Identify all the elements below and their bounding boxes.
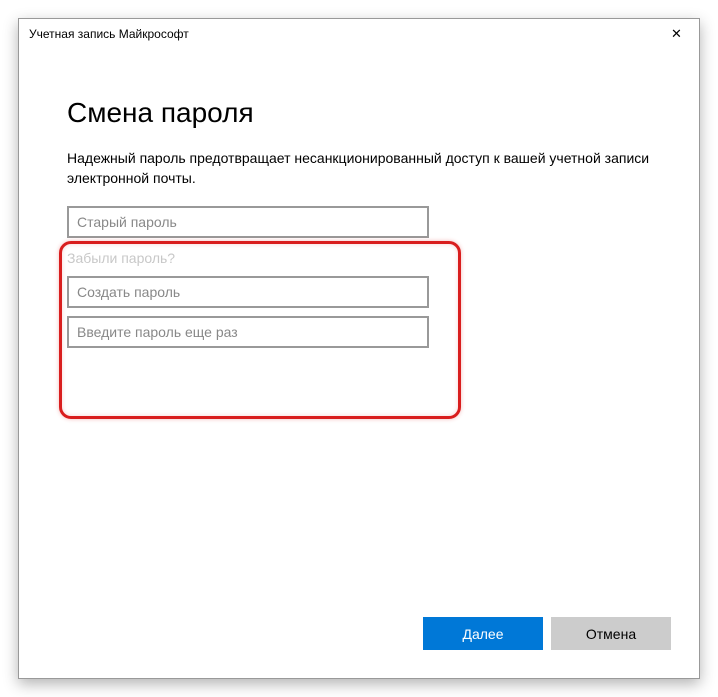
close-button[interactable]: ✕ bbox=[654, 19, 699, 49]
content-area: Смена пароля Надежный пароль предотвраща… bbox=[19, 49, 699, 356]
password-form: Забыли пароль? bbox=[67, 206, 429, 356]
next-button[interactable]: Далее bbox=[423, 617, 543, 650]
dialog-window: Учетная запись Майкрософт ✕ Смена пароля… bbox=[18, 18, 700, 679]
footer-buttons: Далее Отмена bbox=[423, 617, 671, 650]
new-password-input[interactable] bbox=[67, 276, 429, 308]
forgot-password-link[interactable]: Забыли пароль? bbox=[67, 250, 175, 266]
page-description: Надежный пароль предотвращает несанкцион… bbox=[67, 149, 651, 188]
close-icon: ✕ bbox=[671, 26, 682, 42]
old-password-input[interactable] bbox=[67, 206, 429, 238]
titlebar: Учетная запись Майкрософт ✕ bbox=[19, 19, 699, 49]
page-heading: Смена пароля bbox=[67, 97, 651, 129]
confirm-password-input[interactable] bbox=[67, 316, 429, 348]
window-title: Учетная запись Майкрософт bbox=[29, 27, 189, 41]
cancel-button[interactable]: Отмена bbox=[551, 617, 671, 650]
